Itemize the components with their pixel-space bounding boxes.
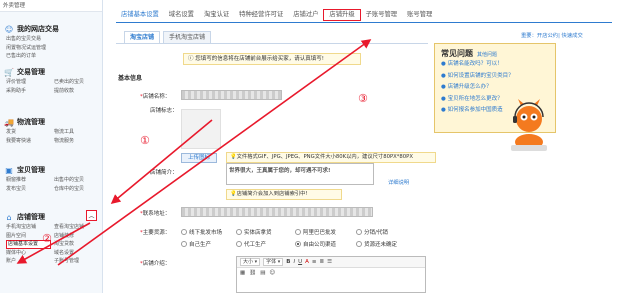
arrow-3: [57, 39, 372, 266]
annotation-arrows: [16, 39, 372, 266]
arrow-2: [16, 222, 91, 264]
